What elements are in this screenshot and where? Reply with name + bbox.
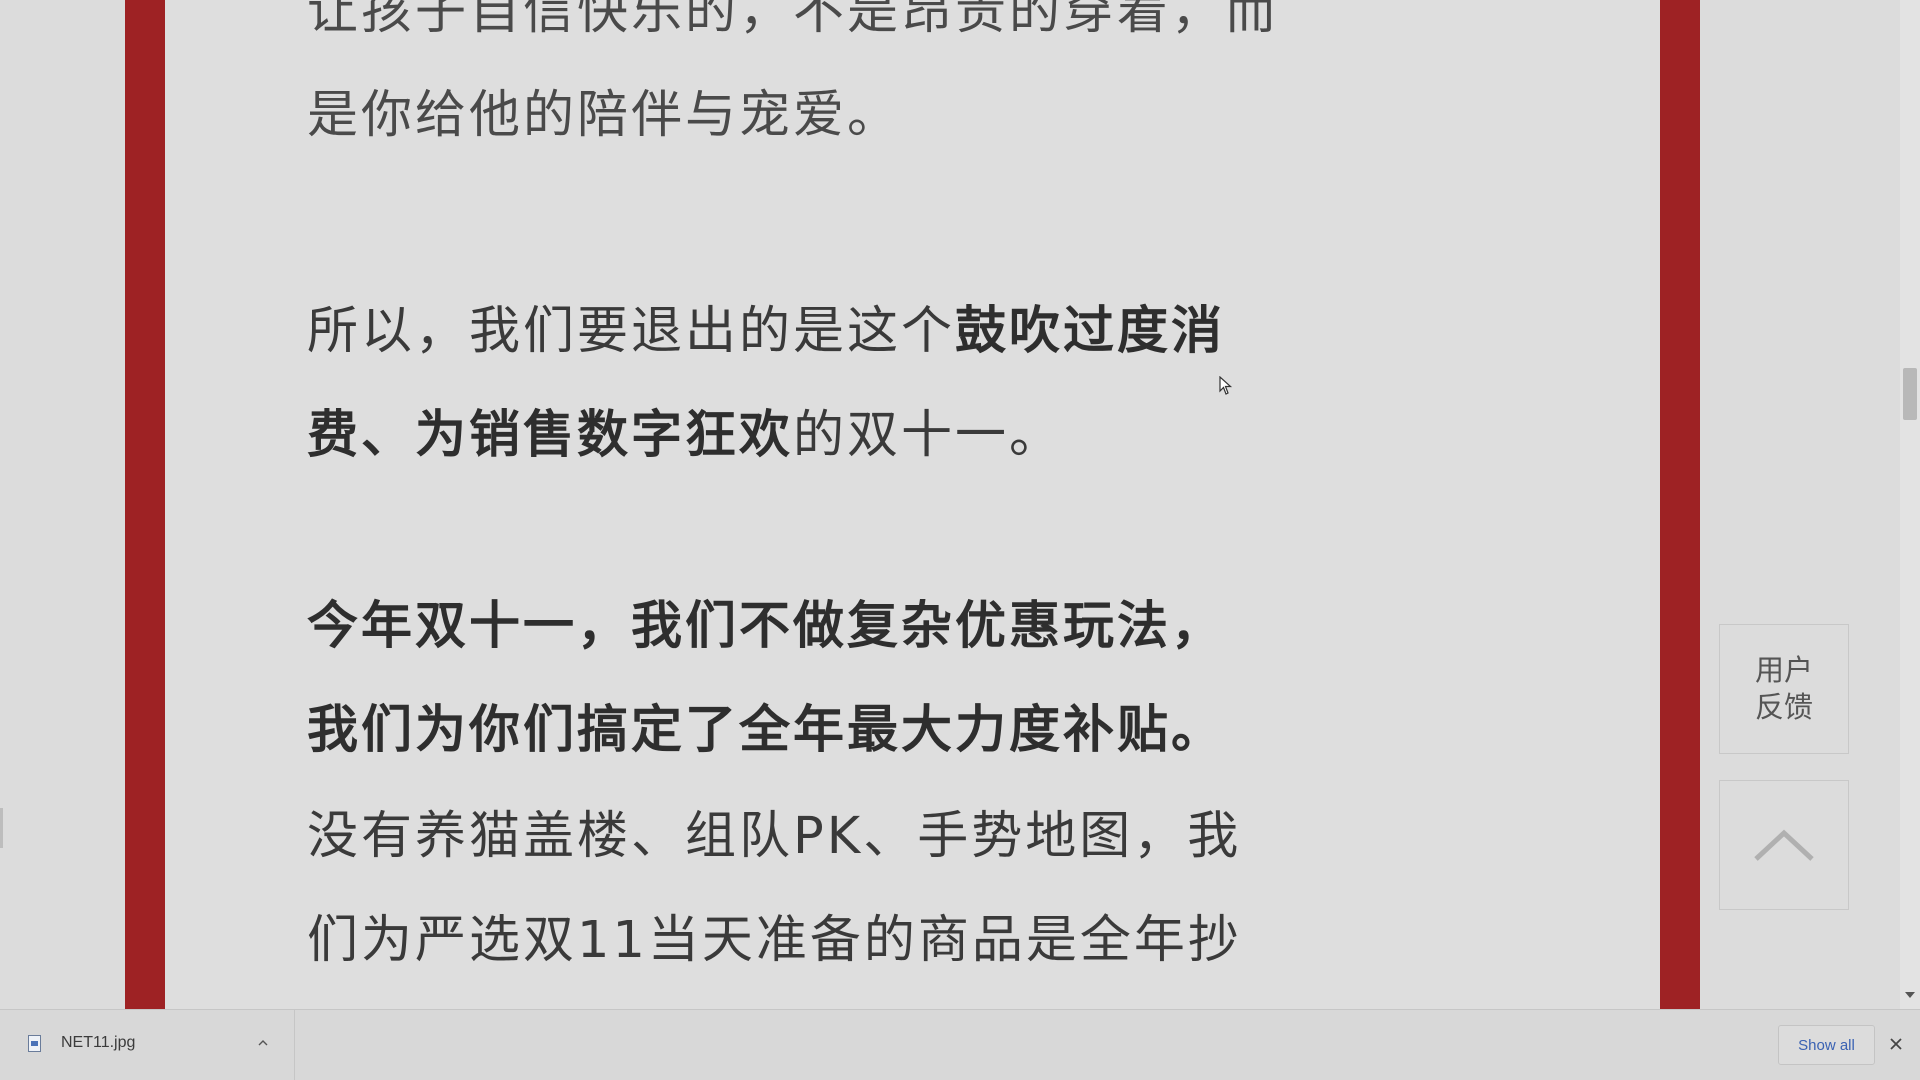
paragraph-line: 是你给他的陪伴与宠爱。 <box>307 86 902 145</box>
back-to-top-button[interactable] <box>1719 780 1849 910</box>
download-item[interactable]: NET11.jpg <box>0 1010 295 1080</box>
mouse-cursor-icon <box>1219 376 1233 395</box>
close-icon[interactable] <box>1888 1036 1904 1052</box>
chevron-up-icon <box>1754 829 1814 861</box>
feedback-label-line: 用户 <box>1754 653 1813 687</box>
show-all-button[interactable]: Show all <box>1778 1025 1875 1065</box>
paragraph-line: 费、为销售数字狂欢的双十一。 <box>307 384 1567 488</box>
paragraph-exit-double-eleven: 所以，我们要退出的是这个鼓吹过度消 费、为销售数字狂欢的双十一。 <box>307 280 1567 488</box>
paragraph-companionship: 让孩子自信快乐的，不是昂贵的穿着，而 是你给他的陪伴与宠爱。 <box>307 0 1567 168</box>
article-frame: 让孩子自信快乐的，不是昂贵的穿着，而 是你给他的陪伴与宠爱。 所以，我们要退出的… <box>125 0 1700 1009</box>
browser-viewport: 让孩子自信快乐的，不是昂贵的穿着，而 是你给他的陪伴与宠爱。 所以，我们要退出的… <box>0 0 1920 1009</box>
paragraph-line: 们为严选双11当天准备的商品是全年抄 <box>307 911 1242 970</box>
text-bold: 今年双十一，我们不做复杂优惠玩法， <box>307 597 1226 656</box>
left-edge-mark <box>0 808 3 848</box>
text-normal: 所以，我们要退出的是这个 <box>307 302 956 361</box>
paragraph-subsidy-headline: 今年双十一，我们不做复杂优惠玩法， 我们为你们搞定了全年最大力度补贴。 <box>307 575 1567 783</box>
paragraph-line: 我们为你们搞定了全年最大力度补贴。 <box>307 679 1567 783</box>
user-feedback-button[interactable]: 用户 反馈 <box>1719 624 1849 754</box>
text-bold: 费、为销售数字狂欢 <box>307 406 794 465</box>
text-bold: 我们为你们搞定了全年最大力度补贴。 <box>307 701 1226 760</box>
paragraph-no-gimmicks: 没有养猫盖楼、组队PK、手势地图，我 们为严选双11当天准备的商品是全年抄 <box>307 785 1567 993</box>
image-file-icon <box>28 1035 41 1052</box>
paragraph-line: 今年双十一，我们不做复杂优惠玩法， <box>307 575 1567 679</box>
scrollbar-thumb[interactable] <box>1903 368 1917 420</box>
chevron-up-icon[interactable] <box>258 1038 268 1048</box>
paragraph-line: 没有养猫盖楼、组队PK、手势地图，我 <box>307 807 1242 866</box>
vertical-scrollbar[interactable] <box>1900 0 1920 1009</box>
article-body: 让孩子自信快乐的，不是昂贵的穿着，而 是你给他的陪伴与宠爱。 所以，我们要退出的… <box>165 0 1660 1009</box>
scroll-down-arrow-icon[interactable] <box>1905 992 1915 998</box>
paragraph-line: 让孩子自信快乐的，不是昂贵的穿着，而 <box>307 0 1280 41</box>
paragraph-line: 所以，我们要退出的是这个鼓吹过度消 <box>307 280 1567 384</box>
text-bold: 鼓吹过度消 <box>955 302 1226 361</box>
download-file-name: NET11.jpg <box>61 1034 136 1051</box>
download-shelf: NET11.jpg Show all <box>0 1009 1920 1080</box>
text-normal: 的双十一。 <box>793 406 1064 465</box>
feedback-label-line: 反馈 <box>1754 690 1813 724</box>
